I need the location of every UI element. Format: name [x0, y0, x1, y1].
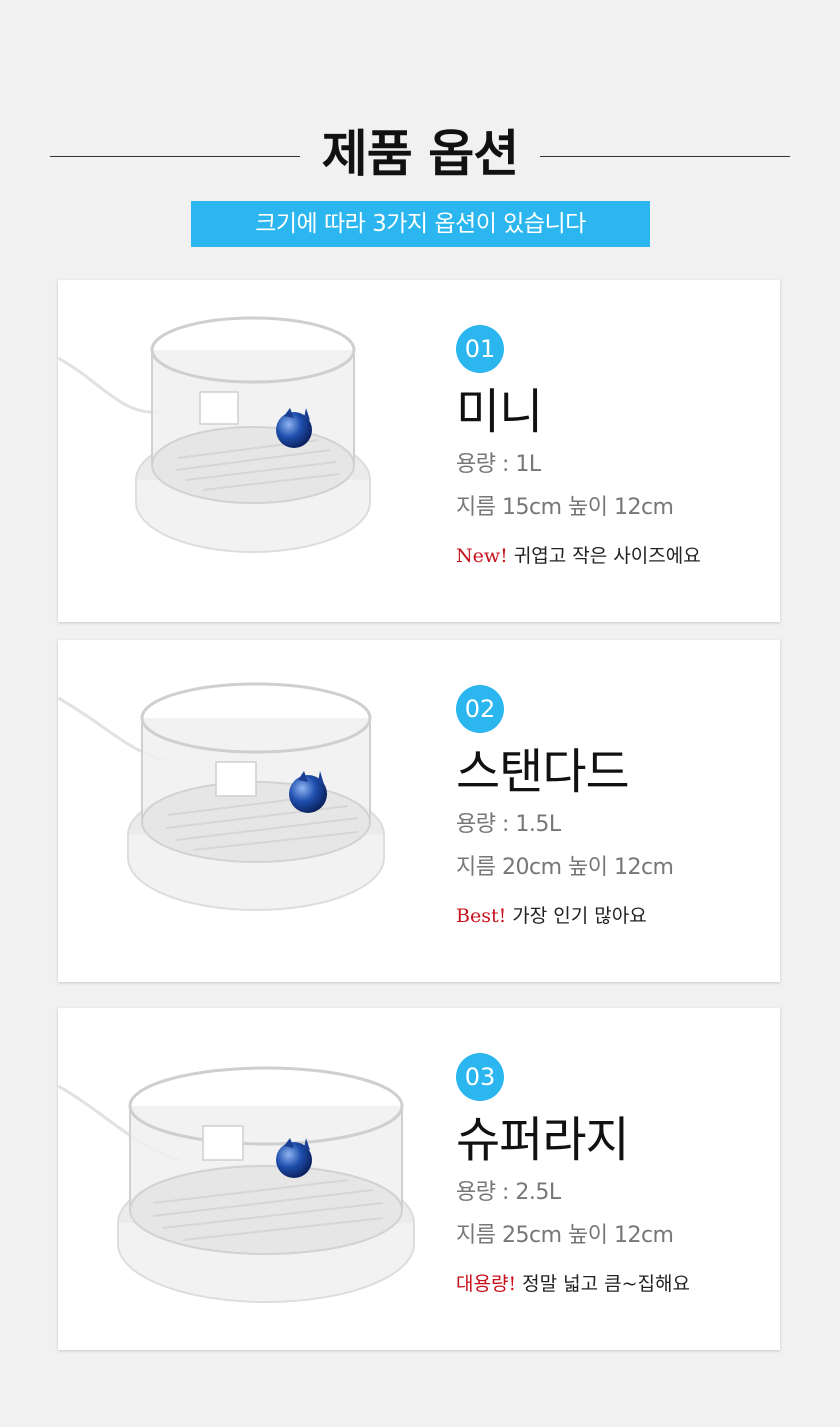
fountain-image — [58, 1066, 415, 1303]
option-number-badge: 03 — [456, 1053, 504, 1101]
option-tag: New! — [456, 545, 508, 567]
option-capacity: 용량 : 2.5L — [456, 1180, 561, 1205]
option-note-text: 귀엽고 작은 사이즈에요 — [507, 545, 701, 567]
page-title: 제품 옵션 — [321, 125, 519, 183]
option-dimensions: 지름 20cm 높이 12cm — [456, 855, 674, 880]
option-card-super-large: 03 슈퍼라지 용량 : 2.5L 지름 25cm 높이 12cm 대용량! 정… — [58, 1008, 780, 1350]
option-card-standard: 02 스탠다드 용량 : 1.5L 지름 20cm 높이 12cm Best! … — [58, 640, 780, 982]
option-tag: Best! — [456, 905, 507, 927]
option-card-mini: 01 미니 용량 : 1L 지름 15cm 높이 12cm New! 귀엽고 작… — [58, 280, 780, 622]
option-number-badge: 01 — [456, 325, 504, 373]
option-capacity: 용량 : 1L — [456, 452, 541, 477]
option-tag: 대용량! — [456, 1273, 517, 1295]
option-name: 미니 — [456, 384, 543, 440]
option-note-text: 정말 넓고 큼~집해요 — [516, 1273, 690, 1295]
option-note-text: 가장 인기 많아요 — [506, 905, 647, 927]
fountain-image — [58, 682, 385, 911]
fountain-image — [58, 316, 371, 553]
option-dimensions: 지름 15cm 높이 12cm — [456, 495, 674, 520]
option-note: 대용량! 정말 넓고 큼~집해요 — [456, 1270, 690, 1298]
section-header: 제품 옵션 크기에 따라 3가지 옵션이 있습니다 — [0, 0, 840, 260]
option-name: 스탠다드 — [456, 744, 630, 800]
option-note: Best! 가장 인기 많아요 — [456, 902, 647, 930]
option-note: New! 귀엽고 작은 사이즈에요 — [456, 542, 701, 570]
subtitle-banner: 크기에 따라 3가지 옵션이 있습니다 — [191, 201, 650, 247]
option-number-badge: 02 — [456, 685, 504, 733]
option-capacity: 용량 : 1.5L — [456, 812, 561, 837]
option-dimensions: 지름 25cm 높이 12cm — [456, 1223, 674, 1248]
option-name: 슈퍼라지 — [456, 1112, 630, 1168]
title-divider-right — [540, 156, 790, 157]
